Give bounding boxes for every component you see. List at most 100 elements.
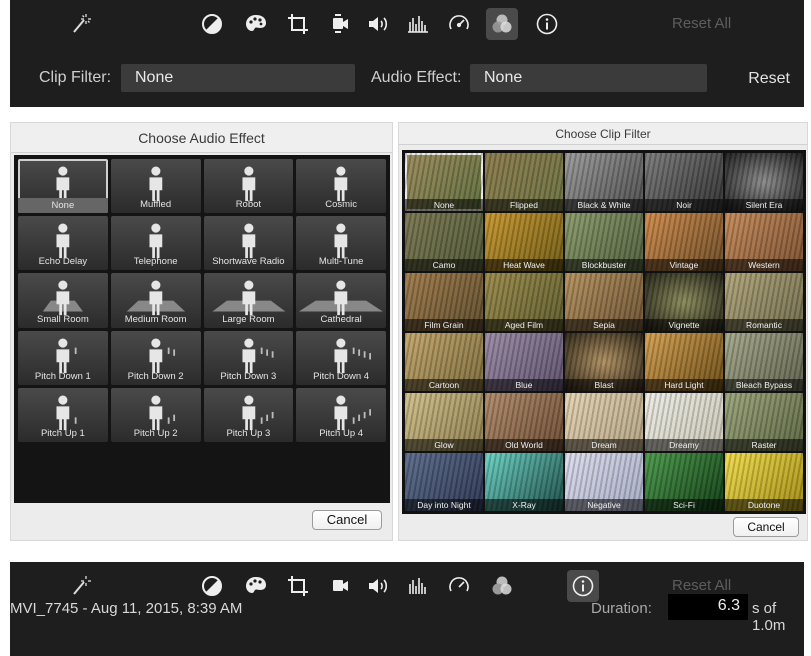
info-icon[interactable] — [567, 570, 599, 602]
audio-effect-panel: Choose Audio Effect None Muffled Robot Cosm… — [10, 122, 393, 541]
clip-filter-item[interactable]: Blue — [485, 333, 563, 391]
audio-effect-item[interactable]: Robot — [203, 159, 294, 214]
clip-filter-item[interactable]: Vintage — [645, 213, 723, 271]
audio-effect-label: Pitch Up 1 — [40, 427, 85, 439]
info-icon[interactable] — [531, 8, 563, 40]
clip-filter-item[interactable]: Raster — [725, 393, 803, 451]
clip-filter-item[interactable]: Black & White — [565, 153, 643, 211]
audio-effect-item[interactable]: Pitch Up 4 — [296, 387, 386, 442]
volume-icon[interactable] — [362, 570, 394, 602]
clip-filter-label: X-Ray — [485, 499, 563, 511]
audio-effect-label: None — [18, 198, 108, 214]
equalizer-icon[interactable] — [402, 8, 434, 40]
clip-filter-item[interactable]: Blast — [565, 333, 643, 391]
clip-filter-item[interactable]: Sci-Fi — [645, 453, 723, 511]
clip-filter-label: Camo — [405, 259, 483, 271]
reset-all-button[interactable]: Reset All — [672, 15, 731, 32]
audio-effect-item[interactable]: Pitch Up 1 — [18, 387, 108, 442]
crop-icon[interactable] — [282, 570, 314, 602]
filters-icon[interactable] — [486, 570, 518, 602]
audio-effect-item[interactable]: Muffled — [110, 159, 201, 214]
clip-filter-item[interactable]: Vignette — [645, 273, 723, 331]
audio-effect-item[interactable]: Echo Delay — [18, 216, 108, 271]
clip-filter-label: Blockbuster — [565, 259, 643, 271]
audio-effect-item[interactable]: Pitch Down 2 — [110, 330, 201, 385]
audio-effect-item[interactable]: Pitch Down 1 — [18, 330, 108, 385]
crop-icon[interactable] — [282, 8, 314, 40]
audio-effect-item[interactable]: Large Room — [203, 273, 294, 328]
clip-filter-item[interactable]: Bleach Bypass — [725, 333, 803, 391]
audio-effect-thumb-icon — [56, 337, 77, 373]
clip-filter-item[interactable]: Sepia — [565, 273, 643, 331]
audio-effect-item[interactable]: Cathedral — [296, 273, 386, 328]
clip-filter-item[interactable]: Western — [725, 213, 803, 271]
audio-effect-label: Pitch Up 2 — [133, 427, 178, 439]
clip-filter-item[interactable]: Heat Wave — [485, 213, 563, 271]
audio-effect-label: Cathedral — [320, 313, 362, 325]
clip-filter-item[interactable]: Dreamy — [645, 393, 723, 451]
audio-effect-item[interactable]: Medium Room — [110, 273, 201, 328]
equalizer-icon[interactable] — [402, 570, 434, 602]
color-balance-icon[interactable] — [196, 570, 228, 602]
audio-effect-item[interactable]: None — [18, 159, 108, 214]
clip-filter-field[interactable]: None — [121, 64, 355, 92]
stabilization-icon[interactable] — [324, 570, 356, 602]
clip-filter-item[interactable]: Old World — [485, 393, 563, 451]
clip-filter-item[interactable]: Romantic — [725, 273, 803, 331]
magic-wand-icon[interactable] — [64, 570, 96, 602]
reset-all-button[interactable]: Reset All — [672, 577, 731, 594]
clip-filter-item[interactable]: X-Ray — [485, 453, 563, 511]
clip-filter-item[interactable]: Silent Era — [725, 153, 803, 211]
color-balance-icon[interactable] — [196, 8, 228, 40]
audio-effect-thumb-icon — [299, 280, 384, 316]
clip-filter-item[interactable]: Flipped — [485, 153, 563, 211]
clip-filter-item[interactable]: Cartoon — [405, 333, 483, 391]
clip-filter-item[interactable]: Noir — [645, 153, 723, 211]
clip-filter-label: Sepia — [565, 319, 643, 331]
clip-filter-item[interactable]: Aged Film — [485, 273, 563, 331]
audio-effect-grid: None Muffled Robot Cosmic Echo Delay Telephon… — [14, 155, 390, 503]
audio-effect-thumb-icon — [241, 166, 255, 202]
clip-filter-item[interactable]: Day into Night — [405, 453, 483, 511]
clip-filter-item[interactable]: Negative — [565, 453, 643, 511]
clip-filter-item[interactable]: Glow — [405, 393, 483, 451]
clip-filter-label: None — [405, 199, 483, 211]
palette-icon[interactable] — [240, 570, 272, 602]
audio-effect-item[interactable]: Pitch Up 2 — [110, 387, 201, 442]
magic-wand-icon[interactable] — [64, 8, 96, 40]
audio-effect-item[interactable]: Multi-Tune — [296, 216, 386, 271]
audio-effect-thumb-icon — [149, 337, 175, 373]
duration-input[interactable]: 6.3 — [668, 594, 748, 620]
audio-effect-item[interactable]: Telephone — [110, 216, 201, 271]
clip-cancel-button[interactable]: Cancel — [733, 517, 799, 537]
audio-effect-label: Multi-Tune — [318, 256, 364, 268]
speed-icon[interactable] — [443, 570, 475, 602]
audio-effect-label: Audio Effect: — [371, 69, 462, 86]
clip-filter-item[interactable]: Blockbuster — [565, 213, 643, 271]
reset-button[interactable]: Reset — [748, 70, 790, 88]
clip-filter-item[interactable]: None — [405, 153, 483, 211]
audio-effect-item[interactable]: Pitch Up 3 — [203, 387, 294, 442]
audio-effect-item[interactable]: Pitch Down 3 — [203, 330, 294, 385]
audio-effect-field[interactable]: None — [470, 64, 707, 92]
audio-effect-thumb-icon — [334, 223, 348, 259]
clip-filter-item[interactable]: Camo — [405, 213, 483, 271]
audio-cancel-button[interactable]: Cancel — [312, 510, 382, 530]
speed-icon[interactable] — [443, 8, 475, 40]
audio-effect-item[interactable]: Cosmic — [296, 159, 386, 214]
audio-effect-item[interactable]: Shortwave Radio — [203, 216, 294, 271]
audio-effect-thumb-icon — [56, 395, 77, 430]
volume-icon[interactable] — [362, 8, 394, 40]
audio-effect-label: Robot — [235, 199, 262, 211]
audio-effect-item[interactable]: Pitch Down 4 — [296, 330, 386, 385]
stabilization-icon[interactable] — [324, 8, 356, 40]
filters-icon[interactable] — [486, 8, 518, 40]
palette-icon[interactable] — [240, 8, 272, 40]
clip-filter-item[interactable]: Hard Light — [645, 333, 723, 391]
clip-filter-label: Film Grain — [405, 319, 483, 331]
audio-effect-item[interactable]: Small Room — [18, 273, 108, 328]
clip-filter-item[interactable]: Duotone — [725, 453, 803, 511]
clip-filter-item[interactable]: Film Grain — [405, 273, 483, 331]
clip-filter-item[interactable]: Dream — [565, 393, 643, 451]
audio-effect-label: Small Room — [37, 313, 89, 325]
